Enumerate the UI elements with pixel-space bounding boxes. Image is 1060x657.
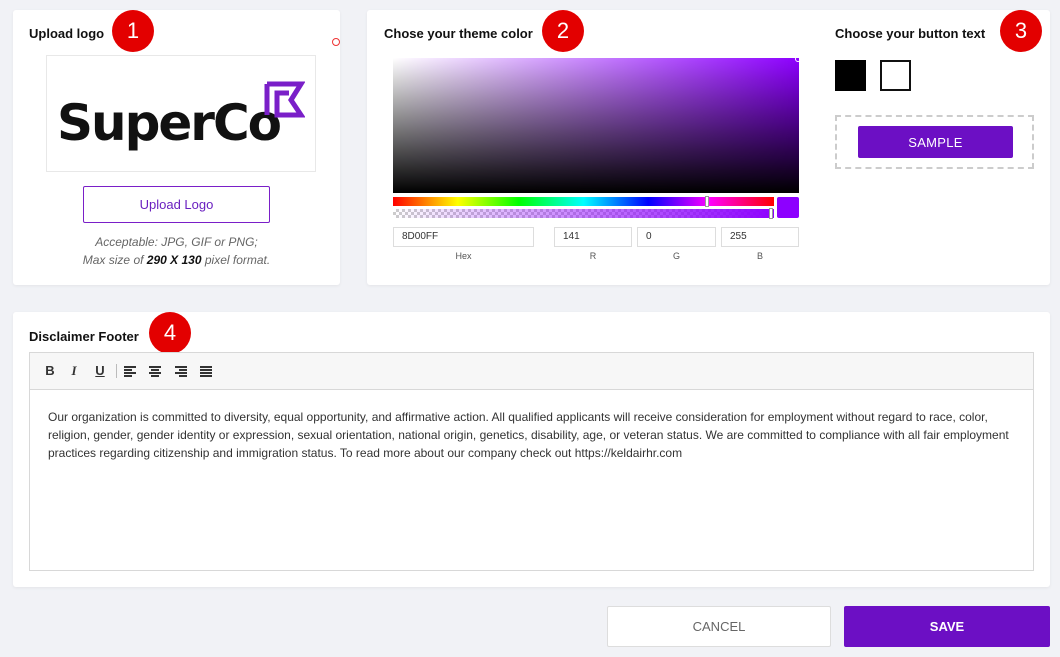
bold-button[interactable]: B — [42, 363, 58, 378]
step-badge-3: 3 — [1000, 10, 1042, 52]
button-text-title: Choose your button text — [835, 26, 986, 41]
disclaimer-footer-card: Disclaimer Footer 4 B I U Our organizati… — [13, 312, 1050, 587]
align-justify-icon[interactable] — [200, 366, 212, 377]
underline-button[interactable]: U — [92, 363, 108, 378]
hue-slider[interactable] — [393, 196, 774, 207]
align-right-icon[interactable] — [175, 366, 187, 377]
color-preview-swatch — [777, 197, 799, 218]
alpha-slider-handle[interactable] — [769, 208, 773, 219]
r-input[interactable]: 141 — [554, 227, 632, 247]
save-button[interactable]: SAVE — [844, 606, 1050, 647]
align-left-icon[interactable] — [124, 366, 136, 377]
sample-button: SAMPLE — [858, 126, 1013, 158]
step-badge-2: 2 — [542, 10, 584, 52]
editor-toolbar: B I U — [29, 352, 1034, 390]
disclaimer-editor[interactable]: Our organization is committed to diversi… — [29, 390, 1034, 571]
white-text-swatch[interactable] — [880, 60, 911, 91]
upload-logo-title: Upload logo — [29, 26, 105, 41]
hex-input[interactable]: 8D00FF — [393, 227, 534, 247]
upload-requirements-note: Acceptable: JPG, GIF or PNG; Max size of… — [13, 233, 340, 269]
r-label: R — [589, 251, 597, 261]
alpha-slider[interactable] — [393, 208, 774, 219]
upload-note-size: 290 X 130 — [146, 253, 202, 267]
italic-button[interactable]: I — [66, 363, 82, 379]
b-label: B — [756, 251, 763, 261]
logo-wordmark: SuperCo — [57, 94, 282, 152]
black-text-swatch[interactable] — [835, 60, 866, 91]
disclaimer-title: Disclaimer Footer — [29, 329, 139, 344]
g-label: G — [672, 251, 680, 261]
upload-note-prefix: Max size of — [82, 253, 147, 267]
upload-note-suffix: pixel format. — [201, 253, 271, 267]
upload-logo-card: Upload logo 1 SuperCo Upload Logo Accept… — [13, 10, 340, 285]
hue-slider-handle[interactable] — [705, 196, 709, 207]
upload-logo-button[interactable]: Upload Logo — [83, 186, 270, 223]
b-input[interactable]: 255 — [721, 227, 799, 247]
step-badge-4: 4 — [149, 312, 191, 354]
toolbar-divider — [116, 364, 117, 378]
hex-label: Hex — [455, 251, 472, 261]
g-input[interactable]: 0 — [637, 227, 716, 247]
saturation-handle[interactable] — [795, 56, 801, 62]
theme-color-card: Chose your theme color 2 8D00FF Hex 141 … — [367, 10, 1050, 285]
upload-note-line2: Max size of 290 X 130 pixel format. — [13, 251, 340, 269]
step-badge-1: 1 — [112, 10, 154, 52]
align-center-icon[interactable] — [149, 366, 161, 377]
upload-note-line1: Acceptable: JPG, GIF or PNG; — [95, 235, 258, 249]
indicator-dot — [332, 38, 340, 46]
logo-preview: SuperCo — [46, 55, 316, 172]
cancel-button[interactable]: CANCEL — [607, 606, 831, 647]
sample-button-preview: SAMPLE — [835, 115, 1034, 169]
saturation-picker[interactable] — [393, 56, 801, 193]
theme-color-title: Chose your theme color — [384, 26, 533, 41]
logo-flag-icon — [264, 81, 305, 118]
